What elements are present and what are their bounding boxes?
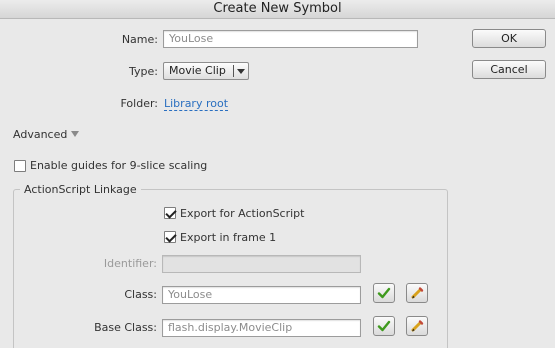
base-class-input[interactable]: flash.display.MovieClip [162, 319, 361, 337]
chevron-down-icon [237, 69, 245, 74]
folder-label: Folder: [120, 97, 158, 110]
window-title: Create New Symbol [0, 0, 555, 19]
name-input[interactable]: YouLose [163, 30, 418, 48]
select-separator [233, 65, 234, 77]
pencil-icon [411, 287, 424, 299]
identifier-label: Identifier: [103, 257, 157, 270]
base-class-edit-button[interactable] [406, 316, 428, 336]
name-label: Name: [121, 33, 158, 46]
disclosure-triangle-icon [71, 131, 80, 137]
type-select[interactable]: Movie Clip [163, 62, 249, 80]
class-validate-button[interactable] [373, 283, 395, 303]
folder-link[interactable]: Library root [164, 97, 229, 111]
cancel-button[interactable]: Cancel [472, 60, 546, 79]
class-label: Class: [124, 288, 157, 301]
ok-button[interactable]: OK [472, 29, 546, 48]
base-class-validate-button[interactable] [373, 316, 395, 336]
checkmark-icon [377, 320, 391, 332]
class-edit-button[interactable] [406, 283, 428, 303]
base-class-label: Base Class: [94, 321, 157, 334]
linkage-group-title: ActionScript Linkage [20, 183, 141, 196]
class-input[interactable]: YouLose [162, 286, 361, 304]
advanced-toggle[interactable]: Advanced [13, 128, 80, 141]
export-actionscript-label: Export for ActionScript [180, 207, 305, 220]
type-label: Type: [129, 65, 158, 78]
nine-slice-label: Enable guides for 9-slice scaling [30, 159, 208, 172]
export-frame-checkbox[interactable] [164, 231, 176, 243]
pencil-icon [411, 320, 424, 332]
checkmark-icon [377, 287, 391, 299]
type-select-value: Movie Clip [169, 64, 226, 77]
export-actionscript-checkbox[interactable] [164, 207, 176, 219]
export-frame-label: Export in frame 1 [180, 231, 277, 244]
nine-slice-checkbox[interactable] [14, 160, 26, 172]
advanced-label: Advanced [13, 128, 68, 141]
identifier-input [162, 255, 361, 273]
